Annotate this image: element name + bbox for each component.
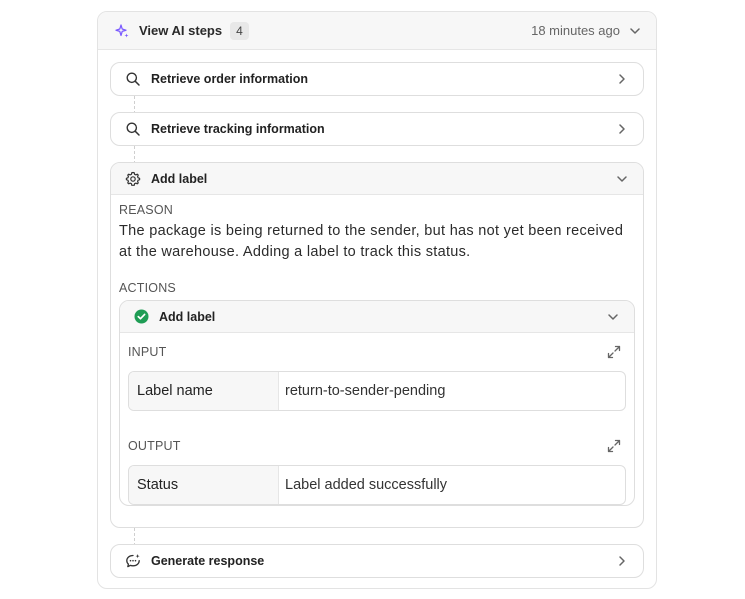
chevron-down-icon[interactable] — [615, 172, 629, 186]
step-label: Generate response — [151, 554, 265, 568]
panel-title: View AI steps — [139, 23, 223, 38]
step-label: Retrieve order information — [151, 72, 308, 86]
gear-icon — [125, 171, 141, 187]
step-add-label-header[interactable]: Add label — [111, 163, 643, 195]
chat-sparkle-icon — [125, 553, 141, 569]
step-label: Retrieve tracking information — [151, 122, 325, 136]
ai-steps-header[interactable]: View AI steps 4 18 minutes ago — [98, 12, 656, 50]
actions-title: ACTIONS — [119, 281, 176, 295]
chevron-down-icon[interactable] — [606, 310, 620, 324]
ai-steps-panel: View AI steps 4 18 minutes ago Retrieve … — [97, 11, 657, 589]
action-card-add-label: Add label INPUT Label name return-to-sen… — [119, 300, 635, 506]
step-retrieve-order[interactable]: Retrieve order information — [110, 62, 644, 96]
output-key: Status — [129, 466, 279, 504]
chevron-down-icon[interactable] — [628, 24, 642, 38]
search-icon — [125, 71, 141, 87]
chevron-right-icon[interactable] — [615, 122, 629, 136]
reason-text: The package is being returned to the sen… — [119, 223, 624, 260]
action-output-section: OUTPUT Status Label added successfully — [120, 427, 634, 505]
input-key: Label name — [129, 372, 279, 410]
expand-icon[interactable] — [606, 438, 622, 454]
output-value: Label added successfully — [285, 477, 448, 493]
reason-title: REASON — [119, 203, 173, 217]
input-value: return-to-sender-pending — [285, 383, 446, 399]
sparkle-icon — [114, 23, 130, 39]
timestamp: 18 minutes ago — [531, 23, 620, 38]
action-label: Add label — [159, 309, 216, 324]
output-title: OUTPUT — [128, 439, 181, 453]
search-icon — [125, 121, 141, 137]
step-label: Add label — [151, 171, 208, 186]
chevron-right-icon[interactable] — [615, 72, 629, 86]
step-retrieve-tracking[interactable]: Retrieve tracking information — [110, 112, 644, 146]
action-header[interactable]: Add label — [120, 301, 634, 333]
steps-count-badge: 4 — [230, 21, 249, 40]
chevron-right-icon[interactable] — [615, 554, 629, 568]
input-title: INPUT — [128, 345, 167, 359]
output-row: Status Label added successfully — [128, 465, 626, 505]
step-generate-response[interactable]: Generate response — [110, 544, 644, 578]
steps-list: Retrieve order information Retrieve trac… — [98, 50, 656, 578]
input-row: Label name return-to-sender-pending — [128, 371, 626, 411]
step-add-label: Add label REASON The package is being re… — [110, 162, 644, 528]
action-input-section: INPUT Label name return-to-sender-pendin… — [120, 333, 634, 411]
expand-icon[interactable] — [606, 344, 622, 360]
check-circle-icon — [134, 309, 149, 324]
